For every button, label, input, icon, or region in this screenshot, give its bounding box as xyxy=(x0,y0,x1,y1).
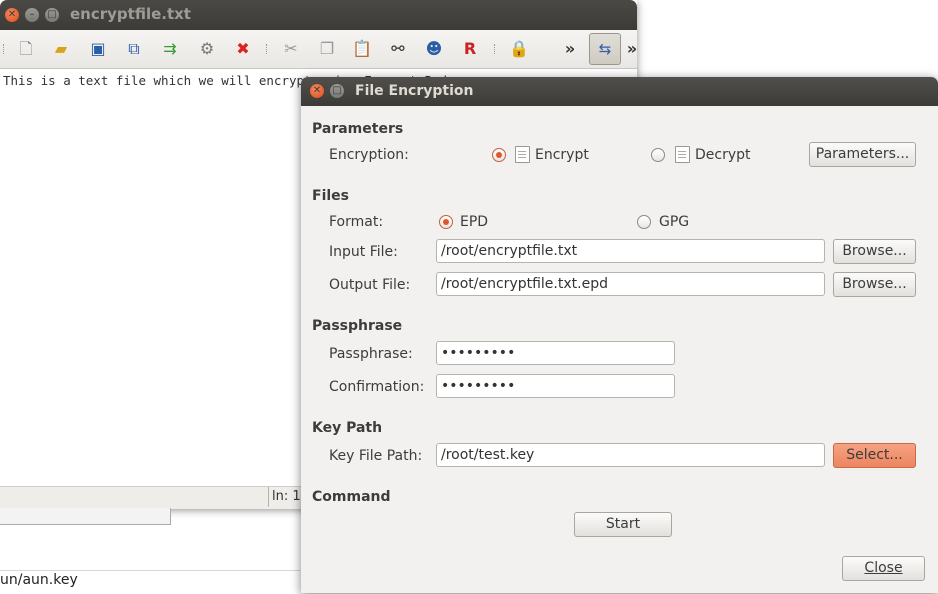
toolbar-separator xyxy=(494,44,497,54)
save-as-icon[interactable]: ⧉ xyxy=(123,38,145,60)
passphrase-label: Passphrase: xyxy=(329,346,413,362)
format-gpg-label[interactable]: GPG xyxy=(659,214,689,230)
dialog-close-icon[interactable]: ✕ xyxy=(310,84,324,98)
word-wrap-icon[interactable]: ⇆ xyxy=(589,33,621,65)
file-encryption-dialog: ✕ □ File Encryption Parameters Encryptio… xyxy=(301,77,938,593)
format-epd-radio[interactable] xyxy=(439,215,453,229)
encrypt-radio-label[interactable]: Encrypt xyxy=(535,147,589,163)
toolbar-separator xyxy=(3,44,6,54)
recent-icon[interactable]: ⇉ xyxy=(159,38,181,60)
cut-icon[interactable]: ✂ xyxy=(280,38,302,60)
output-browse-button[interactable]: Browse... xyxy=(833,272,916,297)
encrypt-radio[interactable] xyxy=(492,148,506,162)
toolbar-separator xyxy=(266,44,269,54)
format-epd-label[interactable]: EPD xyxy=(460,214,488,230)
encrypt-file-icon xyxy=(515,146,530,163)
input-browse-button[interactable]: Browse... xyxy=(833,239,916,264)
open-folder-icon[interactable]: ▰ xyxy=(50,38,72,60)
parameters-heading: Parameters xyxy=(312,121,404,137)
close-file-icon[interactable]: ✖ xyxy=(232,38,254,60)
select-key-button[interactable]: Select... xyxy=(833,443,916,468)
editor-title: encryptfile.txt xyxy=(70,5,191,23)
passphrase-field[interactable]: ••••••••• xyxy=(436,341,675,365)
paste-icon[interactable]: 📋 xyxy=(351,38,373,60)
toolbar-overflow-icon-2[interactable]: » xyxy=(621,38,643,60)
input-file-field[interactable]: /root/encryptfile.txt xyxy=(436,239,825,263)
window-minimize-icon[interactable]: – xyxy=(25,8,39,22)
confirmation-field[interactable]: ••••••••• xyxy=(436,374,675,398)
key-path-heading: Key Path xyxy=(312,420,383,436)
decrypt-radio[interactable] xyxy=(651,148,665,162)
input-file-label: Input File: xyxy=(329,244,398,260)
print-preview-icon[interactable]: ⚙ xyxy=(196,38,218,60)
decrypt-file-icon xyxy=(675,146,690,163)
key-file-path-label: Key File Path: xyxy=(329,448,423,464)
start-button[interactable]: Start xyxy=(574,512,672,537)
files-heading: Files xyxy=(312,188,349,204)
format-label: Format: xyxy=(329,214,384,230)
window-close-icon[interactable]: ✕ xyxy=(5,8,19,22)
copy-icon[interactable]: ❐ xyxy=(316,38,338,60)
find-icon[interactable]: ⚯ xyxy=(387,38,409,60)
lock-icon[interactable]: 🔒 xyxy=(508,38,530,60)
output-file-label: Output File: xyxy=(329,277,411,293)
close-button[interactable]: Close xyxy=(842,556,925,581)
user-icon[interactable]: ☻ xyxy=(423,38,445,60)
dialog-title: File Encryption xyxy=(355,83,474,99)
behind-key-path-text: un/aun.key xyxy=(0,572,78,588)
toolbar-overflow-icon[interactable]: » xyxy=(559,38,581,60)
behind-window-strip xyxy=(0,508,171,525)
replace-icon[interactable]: R xyxy=(459,38,481,60)
key-file-path-field[interactable]: /root/test.key xyxy=(436,443,825,467)
encryption-label: Encryption: xyxy=(329,147,409,163)
command-heading: Command xyxy=(312,489,391,505)
save-icon[interactable]: ▣ xyxy=(87,38,109,60)
passphrase-heading: Passphrase xyxy=(312,318,403,334)
confirmation-label: Confirmation: xyxy=(329,379,425,395)
editor-titlebar: ✕ – □ encryptfile.txt xyxy=(0,0,637,30)
dialog-titlebar: ✕ □ File Encryption xyxy=(301,77,938,106)
parameters-button[interactable]: Parameters... xyxy=(809,142,916,167)
dialog-maximize-icon[interactable]: □ xyxy=(330,84,344,98)
window-maximize-icon[interactable]: □ xyxy=(45,8,59,22)
output-file-field[interactable]: /root/encryptfile.txt.epd xyxy=(436,272,825,296)
decrypt-radio-label[interactable]: Decrypt xyxy=(695,147,751,163)
new-file-icon[interactable]: 🗋 xyxy=(15,38,37,60)
format-gpg-radio[interactable] xyxy=(637,215,651,229)
editor-toolbar: 🗋 ▰ ▣ ⧉ ⇉ ⚙ ✖ ✂ ❐ 📋 ⚯ ☻ R 🔒 » » xyxy=(0,30,637,69)
